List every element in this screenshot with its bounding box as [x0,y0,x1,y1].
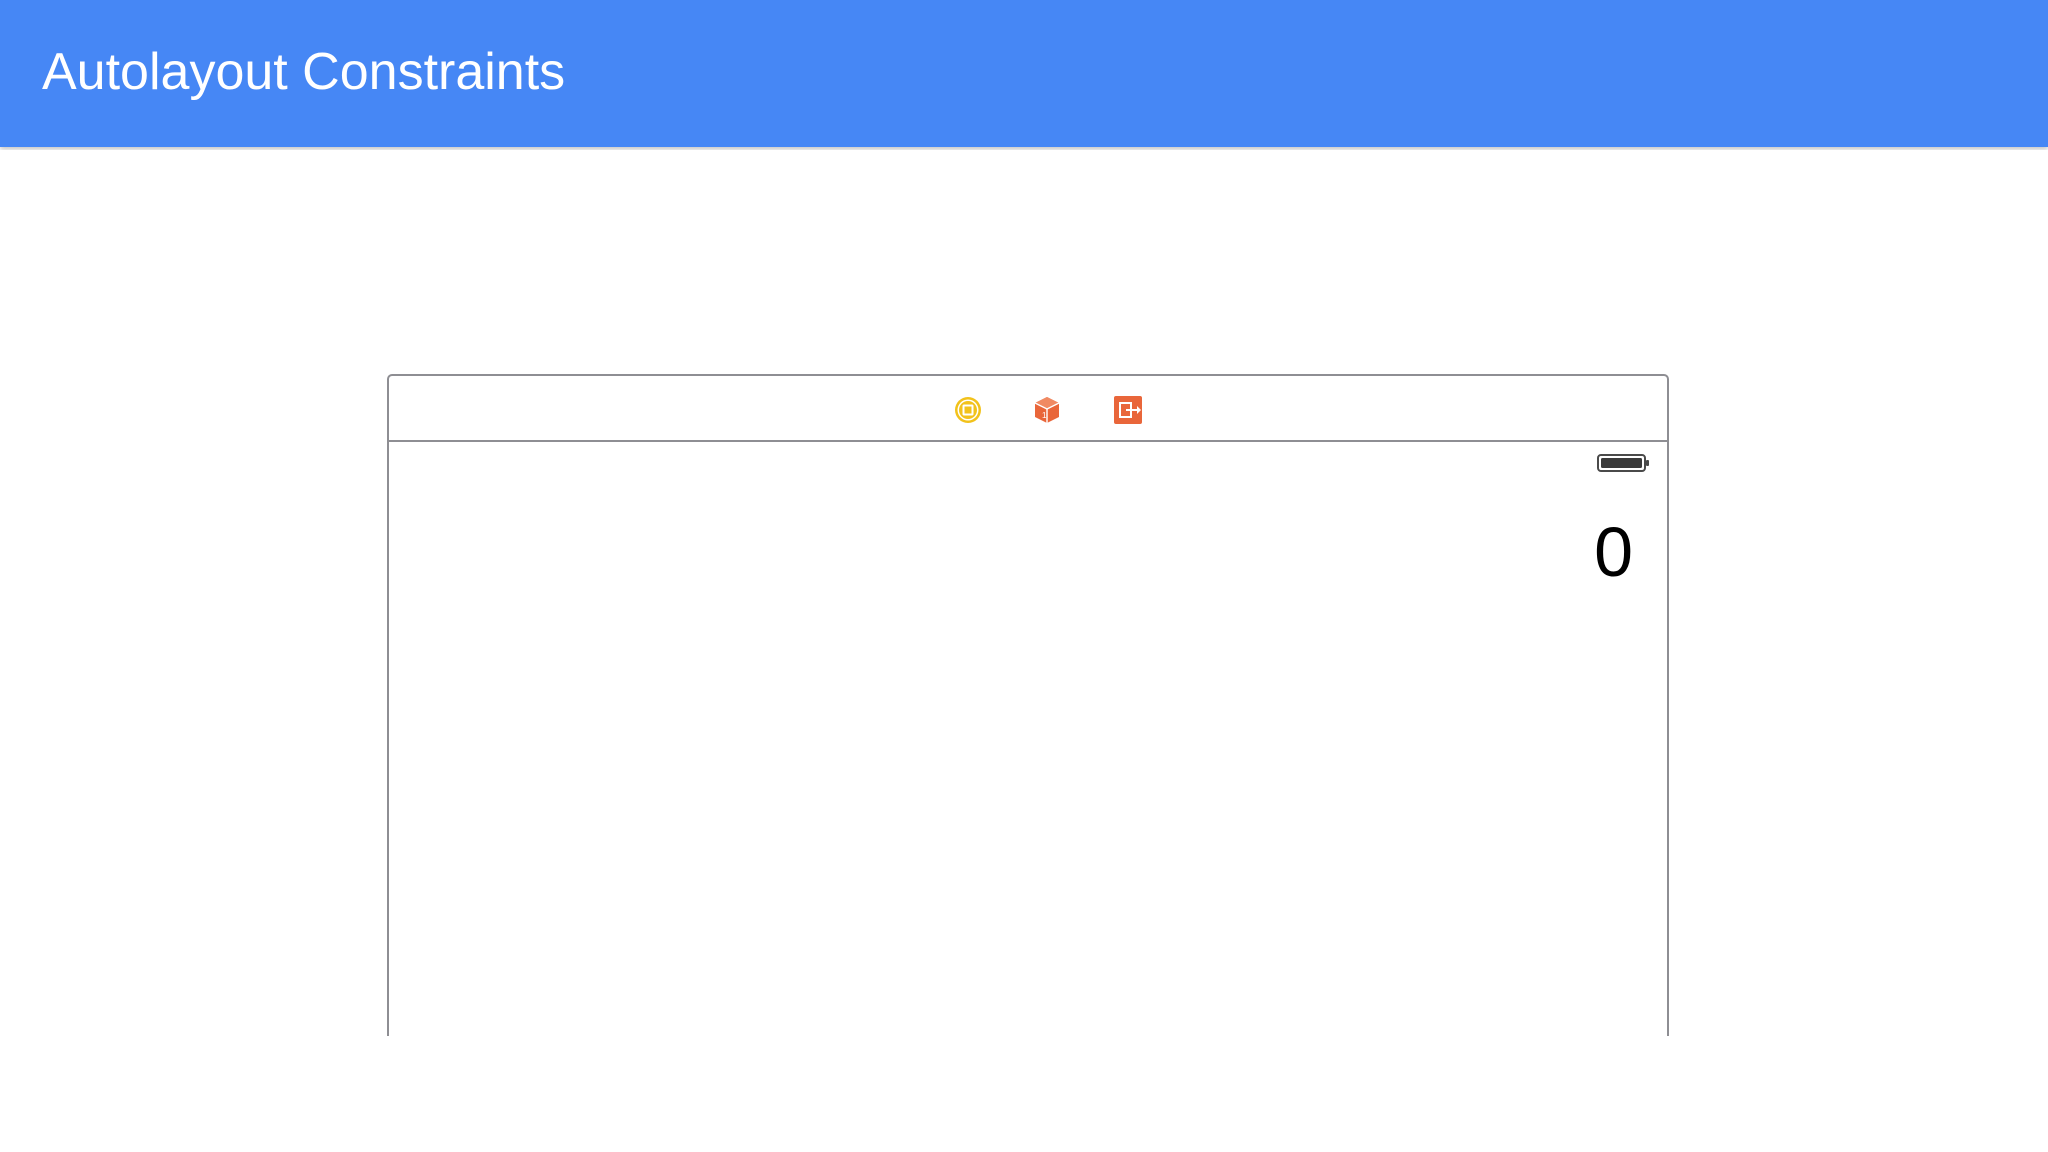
scene-dock: 1 [389,376,1667,442]
first-responder-icon[interactable]: 1 [1032,395,1062,425]
page-title: Autolayout Constraints [42,43,566,101]
status-bar [389,442,1667,472]
view-controller-icon[interactable] [953,395,983,425]
result-label: 0 [1594,513,1633,591]
battery-icon [1597,453,1651,473]
svg-text:1: 1 [1042,411,1047,420]
exit-icon[interactable] [1113,395,1143,425]
view-controller-scene[interactable]: 1 0 [387,374,1669,1036]
header-bar: Autolayout Constraints [0,0,2048,147]
